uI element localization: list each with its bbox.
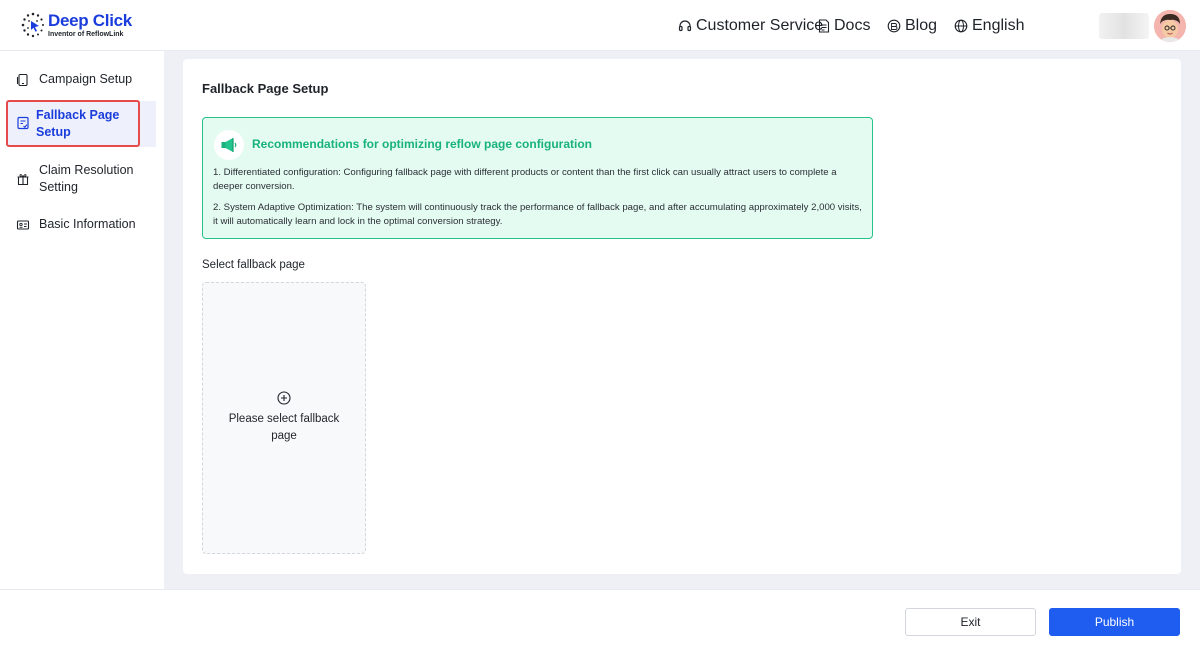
sidebar-item-claim-resolution-setting[interactable]: Claim Resolution Setting bbox=[8, 162, 156, 196]
sidebar: Campaign Setup Fallback Page Setup Claim… bbox=[0, 51, 164, 589]
megaphone-icon bbox=[221, 138, 237, 152]
blog-icon bbox=[887, 19, 901, 33]
id-card-icon bbox=[16, 220, 30, 230]
avatar-face-icon bbox=[1154, 10, 1186, 42]
page-title: Fallback Page Setup bbox=[202, 81, 329, 96]
tip-line-1: 1. Differentiated configuration: Configu… bbox=[213, 167, 837, 192]
gift-icon bbox=[17, 174, 29, 186]
footer-bar: Exit Publish bbox=[0, 589, 1200, 654]
select-fallback-placeholder: Please select fallback page bbox=[228, 413, 340, 442]
sidebar-item-label: Basic Information bbox=[39, 217, 136, 231]
username-blurred[interactable] bbox=[1099, 13, 1149, 39]
exit-button[interactable]: Exit bbox=[905, 608, 1036, 636]
active-item-highlight bbox=[6, 100, 140, 147]
brand-name: Deep Click bbox=[48, 10, 132, 30]
tip-line-2: 2. System Adaptive Optimization: The sys… bbox=[213, 202, 862, 227]
main-panel: Fallback Page Setup Recommendations for … bbox=[183, 59, 1181, 574]
nav-docs-label: Docs bbox=[834, 17, 871, 34]
document-icon bbox=[818, 19, 830, 33]
avatar[interactable] bbox=[1154, 10, 1186, 42]
top-header: Deep Click Inventor of ReflowLink Custom… bbox=[0, 0, 1200, 51]
headset-icon bbox=[678, 20, 692, 32]
nav-language-label: English bbox=[972, 17, 1025, 34]
tip-badge bbox=[214, 130, 244, 160]
nav-docs[interactable]: Docs bbox=[818, 17, 870, 35]
nav-language[interactable]: English bbox=[954, 17, 1024, 35]
sidebar-item-campaign-setup[interactable]: Campaign Setup bbox=[8, 71, 156, 88]
tip-title: Recommendations for optimizing reflow pa… bbox=[252, 137, 593, 151]
select-fallback-label: Select fallback page bbox=[202, 259, 305, 271]
logo-dots-icon bbox=[21, 12, 44, 38]
sidebar-item-label: Campaign Setup bbox=[39, 72, 133, 86]
sidebar-item-basic-information[interactable]: Basic Information bbox=[8, 216, 156, 233]
plus-circle-icon bbox=[277, 391, 291, 405]
recommendation-tip: Recommendations for optimizing reflow pa… bbox=[202, 117, 873, 239]
sidebar-item-label: Claim Resolution Setting bbox=[39, 163, 134, 194]
nav-customer-service-label: Customer Service bbox=[696, 17, 824, 34]
nav-customer-service[interactable]: Customer Service bbox=[678, 17, 823, 35]
globe-icon bbox=[954, 19, 968, 33]
brand-logo[interactable]: Deep Click Inventor of ReflowLink bbox=[20, 11, 132, 39]
select-fallback-page-button[interactable]: Please select fallback page bbox=[202, 282, 366, 554]
nav-blog[interactable]: Blog bbox=[887, 17, 937, 35]
publish-button[interactable]: Publish bbox=[1049, 608, 1180, 636]
phone-icon bbox=[16, 73, 28, 87]
nav-blog-label: Blog bbox=[905, 17, 938, 34]
brand-tagline: Inventor of ReflowLink bbox=[48, 30, 124, 38]
